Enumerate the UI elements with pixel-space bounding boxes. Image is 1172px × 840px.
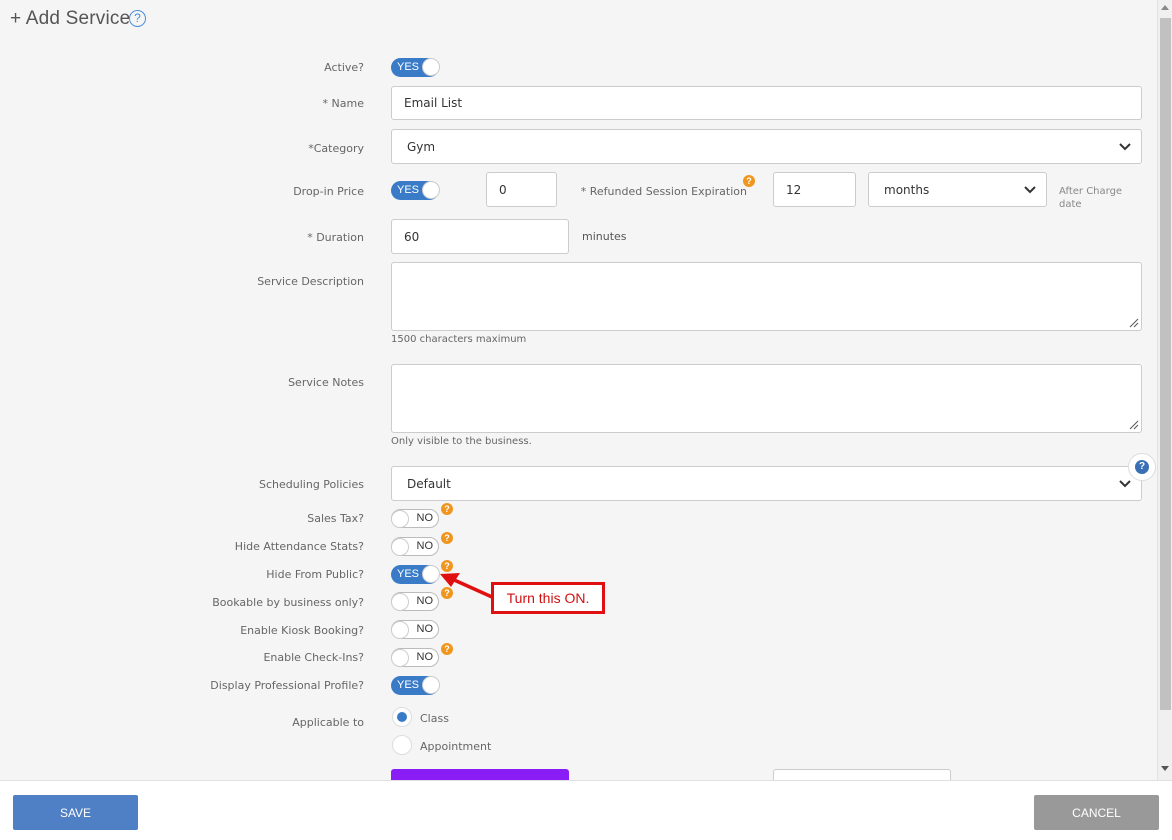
duration-label: * Duration [307,231,364,244]
radio-class[interactable] [392,707,412,727]
duration-unit: minutes [582,230,627,243]
service-description-label: Service Description [257,275,364,288]
active-label: Active? [324,61,364,74]
question-icon: ? [1135,460,1149,474]
drop-in-price-input[interactable]: 0 [486,172,557,207]
hide-from-public-toggle[interactable]: YES [391,565,440,584]
partial-input[interactable] [773,769,951,780]
description-hint: 1500 characters maximum [391,334,527,345]
service-description-textarea[interactable] [391,262,1142,331]
toggle-knob [391,621,409,639]
question-circle-icon[interactable]: ? [129,10,146,27]
floating-help-button[interactable]: ? [1128,453,1156,481]
resize-grip-icon[interactable] [1129,318,1139,328]
toggle-knob [422,58,440,76]
refunded-session-expiration-label: * Refunded Session Expiration [580,185,747,198]
add-service-form: + Add Service ? Active? YES * Name Email… [0,0,1157,780]
radio-class-label: Class [420,712,449,725]
save-button[interactable]: SAVE [13,795,138,830]
category-label: *Category [308,142,364,155]
footer-bar: SAVE CANCEL [0,780,1172,840]
toggle-knob [422,181,440,199]
scheduling-policies-select[interactable]: Default [391,466,1142,501]
name-input[interactable]: Email List [391,86,1142,120]
help-icon[interactable]: ? [743,175,755,187]
hide-from-public-label: Hide From Public? [266,568,364,581]
pro-profile-toggle-text: YES [397,679,420,691]
vertical-scrollbar[interactable] [1157,0,1172,780]
color-swatch-button[interactable] [391,769,569,780]
scroll-up-icon[interactable] [1161,5,1169,10]
cancel-button[interactable]: CANCEL [1034,795,1159,830]
applicable-to-label: Applicable to [292,716,364,729]
name-input-value: Email List [404,96,463,110]
annotation-callout: Turn this ON. [491,582,605,614]
toggle-knob [391,593,409,611]
service-notes-label: Service Notes [288,376,364,389]
sales-tax-label: Sales Tax? [307,512,364,525]
hide-attendance-toggle-text: NO [416,540,434,552]
help-icon[interactable]: ? [441,643,453,655]
bookable-by-business-toggle[interactable]: NO [391,592,439,611]
toggle-knob [391,538,409,556]
duration-value: 60 [404,229,420,244]
refund-expiration-value: 12 [786,182,802,197]
help-icon[interactable]: ? [441,532,453,544]
scrollbar-thumb[interactable] [1160,18,1171,710]
category-select[interactable]: Gym [391,129,1142,164]
enable-check-ins-label: Enable Check-Ins? [263,651,364,664]
category-select-value: Gym [407,139,436,154]
refund-unit-value: months [884,182,930,197]
display-professional-profile-label: Display Professional Profile? [210,679,364,692]
toggle-knob [422,676,440,694]
callout-arrow-icon [440,573,493,599]
help-icon[interactable]: ? [441,503,453,515]
checkins-toggle-text: NO [416,651,434,663]
name-label: * Name [322,97,364,110]
drop-in-price-value: 0 [499,182,507,197]
display-professional-profile-toggle[interactable]: YES [391,676,440,695]
scheduling-policies-label: Scheduling Policies [259,478,364,491]
sales-tax-toggle[interactable]: NO [391,509,439,528]
after-charge-date-text: After Charge date [1059,186,1123,210]
hide-attendance-stats-toggle[interactable]: NO [391,537,439,556]
resize-grip-icon[interactable] [1129,420,1139,430]
scheduling-policies-value: Default [407,476,451,491]
kiosk-toggle-text: NO [416,623,434,635]
chevron-down-icon [1024,185,1036,193]
service-notes-textarea[interactable] [391,364,1142,433]
drop-in-price-label: Drop-in Price [293,185,364,198]
enable-check-ins-toggle[interactable]: NO [391,648,439,667]
chevron-down-icon [1119,142,1131,150]
refund-expiration-input[interactable]: 12 [773,172,856,207]
toggle-knob [391,649,409,667]
hide-public-toggle-text: YES [397,568,420,580]
bookable-by-business-label: Bookable by business only? [212,596,364,609]
active-toggle[interactable]: YES [391,58,440,77]
page-title: + Add Service [10,8,131,29]
enable-kiosk-booking-label: Enable Kiosk Booking? [240,624,364,637]
bookable-toggle-text: NO [416,595,434,607]
notes-hint: Only visible to the business. [391,436,532,447]
active-toggle-text: YES [397,61,420,73]
hide-attendance-stats-label: Hide Attendance Stats? [234,540,364,553]
drop-in-price-toggle[interactable]: YES [391,181,440,200]
refund-unit-select[interactable]: months [868,172,1047,207]
scroll-down-icon[interactable] [1161,766,1169,771]
chevron-down-icon [1119,479,1131,487]
radio-appointment-label: Appointment [420,740,492,753]
toggle-knob [391,510,409,528]
sales-tax-toggle-text: NO [416,512,434,524]
radio-appointment[interactable] [392,735,412,755]
enable-kiosk-booking-toggle[interactable]: NO [391,620,439,639]
duration-input[interactable]: 60 [391,219,569,254]
drop-in-toggle-text: YES [397,184,420,196]
